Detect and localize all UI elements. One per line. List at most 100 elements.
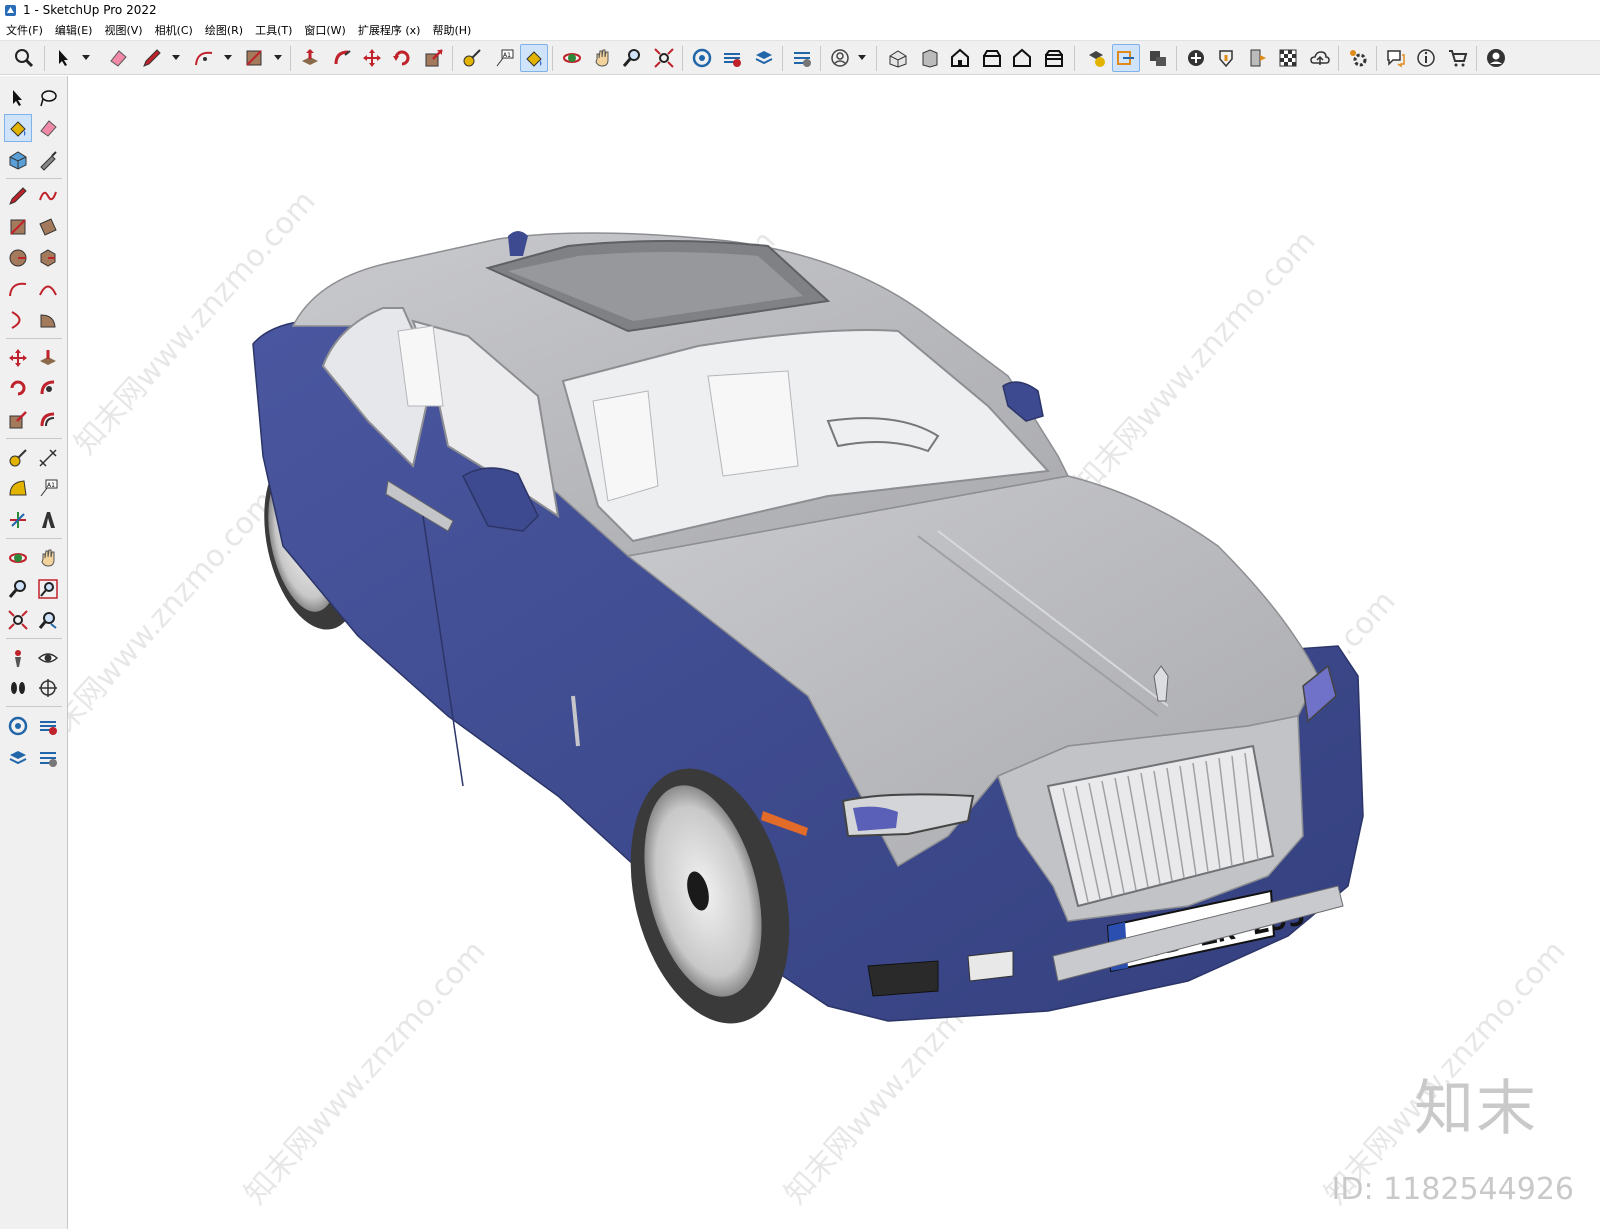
model-viewport[interactable]: 知末网www.znzmo.com 知末网www.znzmo.com 知末网www… (68, 76, 1600, 1229)
paint-bucket-tool-icon[interactable] (4, 114, 32, 142)
menu-tools[interactable]: 工具(T) (255, 22, 292, 38)
zoom-icon[interactable] (10, 44, 38, 72)
arc-dropdown-icon[interactable] (224, 53, 232, 61)
section-plane-tool-icon[interactable] (34, 674, 62, 702)
profile-dropdown-icon[interactable] (858, 53, 866, 61)
two-point-arc-icon[interactable] (34, 275, 62, 303)
previous-view-icon[interactable] (34, 606, 62, 634)
menu-file[interactable]: 文件(F) (6, 22, 43, 38)
move-tool-icon[interactable] (4, 344, 32, 372)
offset-tool-icon[interactable] (34, 406, 62, 434)
rotate-icon[interactable] (388, 44, 416, 72)
push-pull-icon[interactable] (296, 44, 324, 72)
menu-edit[interactable]: 编辑(E) (55, 22, 93, 38)
tape-measure-icon[interactable] (458, 44, 486, 72)
pan-icon[interactable] (588, 44, 616, 72)
line-tool-icon[interactable] (4, 182, 32, 210)
rotated-rectangle-icon[interactable] (34, 213, 62, 241)
three-point-arc-icon[interactable] (4, 306, 32, 334)
menu-extensions[interactable]: 扩展程序 (x) (358, 22, 421, 38)
menu-window[interactable]: 窗口(W) (304, 22, 345, 38)
soften-icon[interactable] (1244, 44, 1272, 72)
warehouse-icon[interactable] (688, 44, 716, 72)
scale-icon[interactable] (420, 44, 448, 72)
section-plane-icon[interactable] (1112, 44, 1140, 72)
layout-icon[interactable] (750, 44, 778, 72)
back-view-icon[interactable] (1008, 44, 1036, 72)
move-icon[interactable] (358, 44, 386, 72)
settings-icon[interactable] (1344, 44, 1372, 72)
orbit-icon[interactable] (558, 44, 586, 72)
left-view-icon[interactable] (1040, 44, 1068, 72)
lasso-select-icon[interactable] (34, 84, 62, 112)
right-view-icon[interactable] (978, 44, 1006, 72)
extension-manager-tool-icon[interactable] (34, 744, 62, 772)
position-camera-icon[interactable] (4, 644, 32, 672)
sample-paint-icon[interactable] (34, 146, 62, 174)
menu-view[interactable]: 视图(V) (104, 22, 142, 38)
rectangle-tool-icon[interactable] (4, 213, 32, 241)
text-icon[interactable]: A1 (490, 44, 518, 72)
polygon-tool-icon[interactable] (34, 244, 62, 272)
menu-help[interactable]: 帮助(H) (432, 22, 471, 38)
rotate-tool-icon[interactable] (4, 374, 32, 402)
zoom-camera-icon[interactable] (618, 44, 646, 72)
warehouse-tool-icon[interactable] (4, 712, 32, 740)
component-icon[interactable] (4, 146, 32, 174)
sketchup-window: 1 - SketchUp Pro 2022 文件(F) 编辑(E) 视图(V) … (0, 0, 1600, 1229)
walk-icon[interactable] (4, 674, 32, 702)
pencil-icon[interactable] (138, 44, 166, 72)
chat-icon[interactable] (1382, 44, 1410, 72)
extension-manager-icon[interactable] (788, 44, 816, 72)
eraser-icon[interactable] (104, 44, 132, 72)
menu-camera[interactable]: 相机(C) (155, 22, 193, 38)
account-icon[interactable] (1482, 44, 1510, 72)
follow-me-tool-icon[interactable] (34, 374, 62, 402)
iso-view-icon[interactable] (884, 44, 912, 72)
arc-icon[interactable] (190, 44, 218, 72)
rectangle-icon[interactable] (240, 44, 268, 72)
select-tool-icon[interactable] (4, 84, 32, 112)
orbit-tool-icon[interactable] (4, 544, 32, 572)
cart-icon[interactable] (1444, 44, 1472, 72)
arc-tool-icon[interactable] (4, 275, 32, 303)
top-view-icon[interactable] (916, 44, 944, 72)
extension-warehouse-tool-icon[interactable] (34, 712, 62, 740)
add-location-icon[interactable] (1182, 44, 1210, 72)
look-around-icon[interactable] (34, 644, 62, 672)
paint-bucket-icon[interactable] (520, 44, 548, 72)
circle-tool-icon[interactable] (4, 244, 32, 272)
zoom-tool-icon[interactable] (4, 575, 32, 603)
scale-tool-icon[interactable] (4, 406, 32, 434)
front-view-icon[interactable] (946, 44, 974, 72)
select-icon[interactable] (50, 44, 78, 72)
push-pull-tool-icon[interactable] (34, 344, 62, 372)
pencil-dropdown-icon[interactable] (172, 53, 180, 61)
style-icon[interactable] (1082, 44, 1110, 72)
profile-icon[interactable] (826, 44, 854, 72)
dimension-tool-icon[interactable] (34, 444, 62, 472)
zoom-extents-tool-icon[interactable] (4, 606, 32, 634)
layout-tool-icon[interactable] (4, 744, 32, 772)
cloud-icon[interactable] (1306, 44, 1334, 72)
rectangle-dropdown-icon[interactable] (274, 53, 282, 61)
axes-tool-icon[interactable] (4, 506, 32, 534)
pan-tool-icon[interactable] (34, 544, 62, 572)
zoom-extents-icon[interactable] (650, 44, 678, 72)
shadow-icon[interactable] (1212, 44, 1240, 72)
menu-draw[interactable]: 绘图(R) (205, 22, 243, 38)
pie-tool-icon[interactable] (34, 306, 62, 334)
texture-icon[interactable] (1274, 44, 1302, 72)
freehand-icon[interactable] (34, 182, 62, 210)
follow-me-icon[interactable] (328, 44, 356, 72)
protractor-tool-icon[interactable] (4, 474, 32, 502)
select-dropdown-icon[interactable] (82, 53, 90, 61)
section-display-icon[interactable] (1144, 44, 1172, 72)
extension-warehouse-icon[interactable] (718, 44, 746, 72)
tape-measure-tool-icon[interactable] (4, 444, 32, 472)
eraser-tool-icon[interactable] (34, 114, 62, 142)
3d-text-tool-icon[interactable] (34, 506, 62, 534)
info-icon[interactable] (1412, 44, 1440, 72)
zoom-window-icon[interactable] (34, 575, 62, 603)
text-tool-icon[interactable]: A1 (34, 474, 62, 502)
